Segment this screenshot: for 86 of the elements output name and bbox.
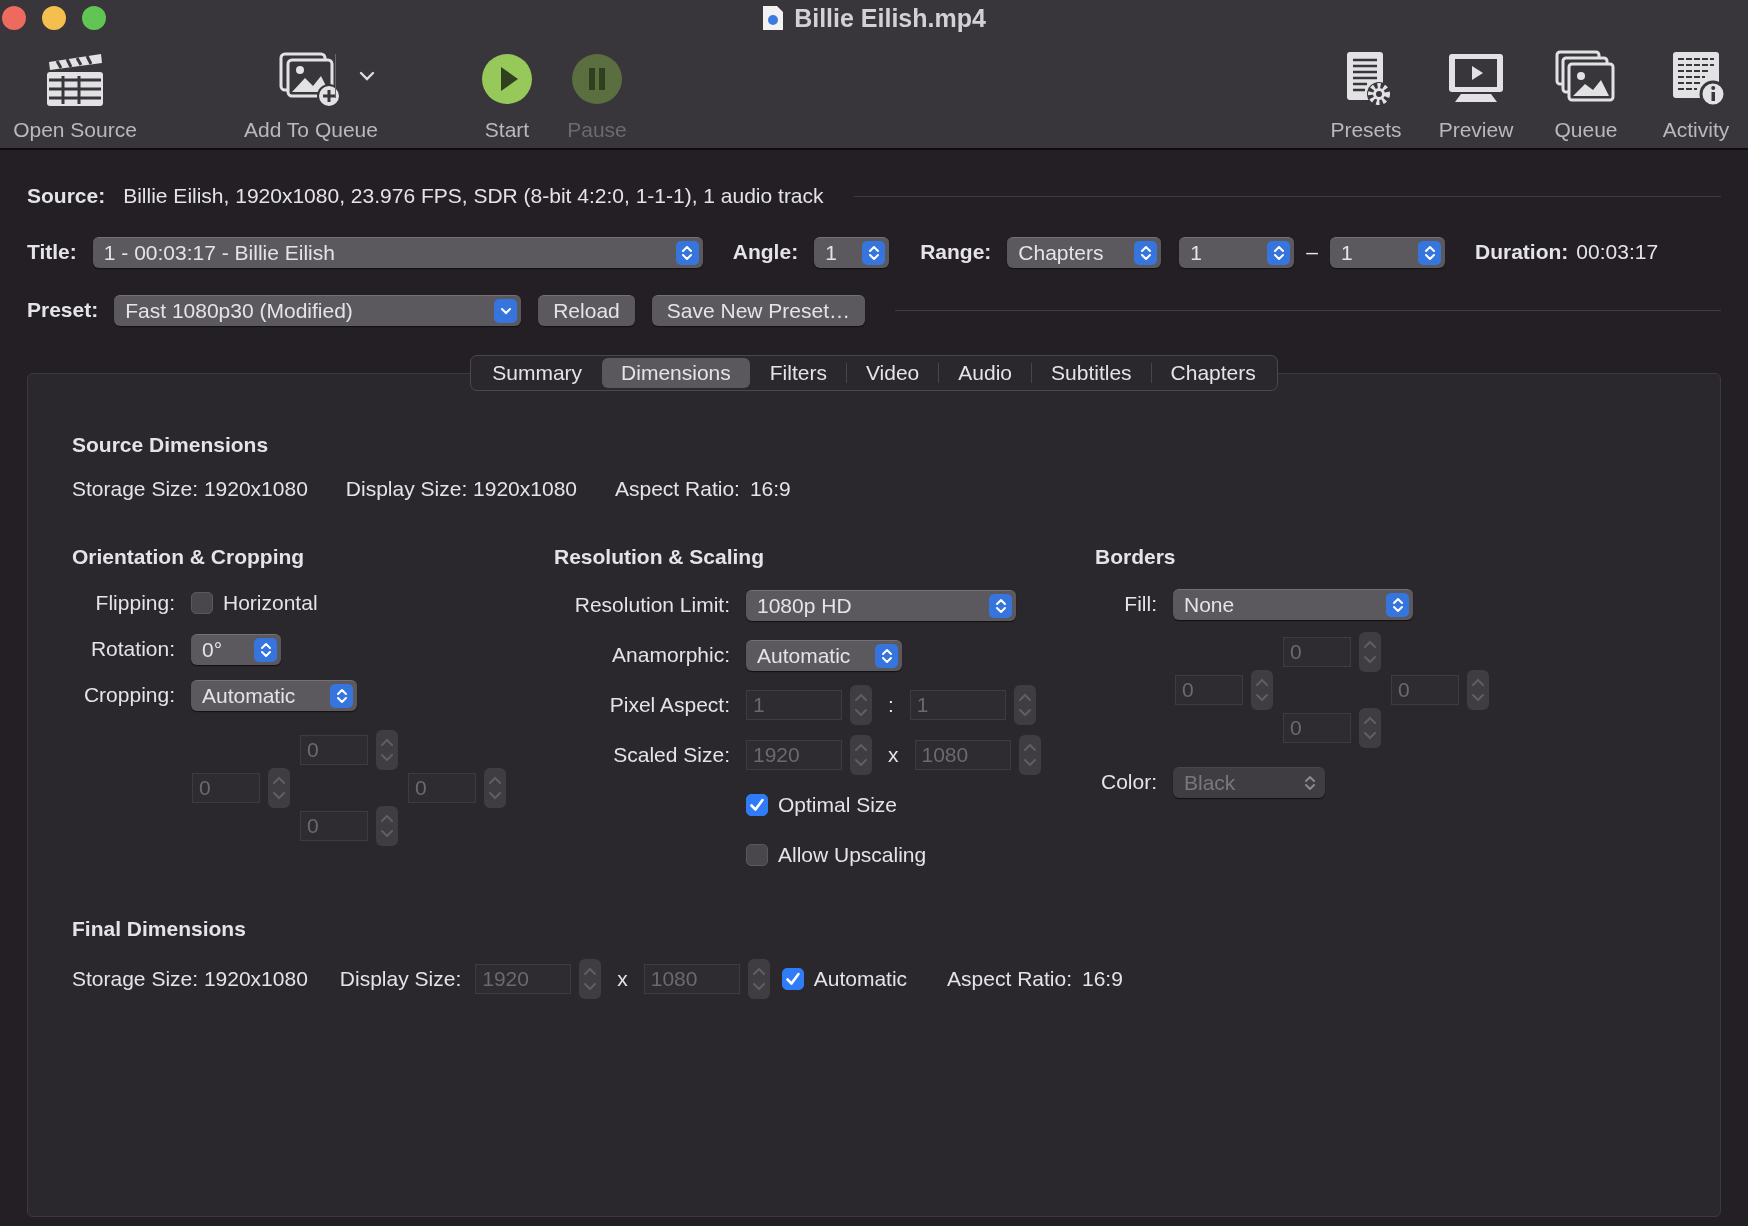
add-to-queue-button[interactable]: Add To Queue: [244, 48, 378, 142]
rotation-label: Rotation:: [89, 637, 175, 661]
updown-arrows-icon: [862, 240, 886, 265]
tab[interactable]: Video: [846, 358, 939, 388]
preset-dropdown[interactable]: Fast 1080p30 (Modified): [114, 294, 522, 326]
chapter-end-dropdown[interactable]: 1: [1330, 236, 1445, 268]
fill-dropdown[interactable]: None: [1173, 588, 1413, 620]
chevron-down-icon: [494, 298, 518, 323]
aspect-ratio-value: 16:9: [1082, 967, 1123, 991]
duration-value: 00:03:17: [1576, 240, 1659, 264]
checkbox-label: Horizontal: [223, 591, 318, 615]
reload-button[interactable]: Reload: [538, 294, 635, 326]
updown-arrows-icon: [675, 240, 699, 265]
flipping-label: Flipping:: [94, 591, 175, 615]
fill-label: Fill:: [1123, 592, 1157, 616]
pixel-aspect-label: Pixel Aspect:: [608, 693, 730, 717]
anamorphic-label: Anamorphic:: [611, 643, 730, 667]
chevron-down-icon[interactable]: [335, 54, 375, 98]
tab[interactable]: Chapters: [1151, 358, 1275, 388]
section-heading: Orientation & Cropping: [72, 544, 306, 570]
separator-label: x: [617, 967, 628, 991]
start-button[interactable]: Start: [476, 48, 538, 142]
queue-button[interactable]: Queue: [1554, 48, 1618, 142]
updown-arrows-icon: [989, 593, 1012, 618]
title-label: Title:: [27, 240, 77, 264]
resolution-limit-dropdown[interactable]: 1080p HD: [746, 589, 1016, 621]
presets-button[interactable]: Presets: [1330, 48, 1402, 142]
window-title: Billie Eilish.mp4: [794, 3, 986, 33]
separator-label: x: [888, 743, 899, 767]
updown-arrows-icon: [1134, 240, 1158, 265]
color-label: Color:: [1099, 770, 1157, 794]
updown-arrows-icon: [875, 643, 898, 668]
save-preset-button[interactable]: Save New Preset…: [651, 294, 865, 326]
cropping-label: Cropping:: [82, 683, 175, 707]
checkbox[interactable]: [781, 968, 804, 990]
tab[interactable]: Summary: [473, 358, 602, 388]
minimize-button[interactable]: [42, 6, 66, 30]
updown-arrows-icon: [1267, 240, 1291, 265]
range-label: Range:: [920, 240, 992, 264]
close-button[interactable]: [2, 6, 26, 30]
angle-dropdown[interactable]: 1: [814, 236, 890, 268]
checkbox-label: Automatic: [813, 967, 908, 991]
checkbox[interactable]: [746, 844, 768, 866]
aspect-ratio-label: Aspect Ratio:: [615, 477, 740, 501]
range-separator: –: [1306, 240, 1318, 264]
tab[interactable]: Dimensions: [602, 358, 750, 388]
storage-size-text: Storage Size: 1920x1080: [72, 477, 308, 501]
updown-arrows-icon: [1386, 592, 1409, 617]
open-source-button[interactable]: Open Source: [13, 48, 137, 142]
anamorphic-dropdown[interactable]: Automatic: [746, 639, 902, 671]
chapter-start-dropdown[interactable]: 1: [1179, 236, 1295, 268]
source-label: Source:: [27, 184, 106, 208]
rotation-dropdown[interactable]: 0°: [191, 633, 281, 665]
checkbox[interactable]: [191, 592, 213, 614]
duration-label: Duration:: [1475, 240, 1569, 264]
aspect-ratio-label: Aspect Ratio:: [947, 967, 1072, 991]
storage-size-text: Storage Size: 1920x1080: [72, 967, 308, 991]
checkbox-label: Allow Upscaling: [778, 843, 927, 867]
title-dropdown[interactable]: 1 - 00:03:17 - Billie Eilish: [92, 236, 703, 268]
updown-arrows-icon: [254, 637, 277, 662]
display-size-label: Display Size:: [339, 967, 462, 991]
updown-arrows-icon: [1418, 240, 1441, 265]
tab[interactable]: Audio: [939, 358, 1031, 388]
scaled-size-label: Scaled Size:: [612, 743, 730, 767]
cropping-dropdown[interactable]: Automatic: [191, 679, 357, 711]
source-info: Billie Eilish, 1920x1080, 23.976 FPS, SDR (8-bit 4:2:0, 1-1-1), 1 audio track: [123, 184, 824, 208]
tab[interactable]: Subtitles: [1032, 358, 1151, 388]
display-size-text: Display Size: 1920x1080: [345, 477, 577, 501]
preset-label: Preset:: [27, 298, 99, 322]
preview-button[interactable]: Preview: [1438, 48, 1514, 142]
checkbox[interactable]: [746, 794, 768, 816]
separator-label: :: [888, 693, 894, 717]
section-heading: Borders: [1095, 544, 1177, 570]
resolution-limit-label: Resolution Limit:: [573, 593, 730, 617]
angle-label: Angle:: [732, 240, 799, 264]
updown-arrows-icon: [330, 683, 353, 708]
aspect-ratio-value: 16:9: [749, 477, 791, 501]
activity-button[interactable]: Activity: [1662, 48, 1730, 142]
section-heading: Source Dimensions: [72, 432, 270, 458]
checkbox-label: Optimal Size: [778, 793, 898, 817]
section-heading: Final Dimensions: [72, 916, 247, 942]
document-icon: [762, 5, 785, 31]
section-heading: Resolution & Scaling: [554, 544, 766, 570]
zoom-button[interactable]: [82, 6, 106, 30]
range-dropdown[interactable]: Chapters: [1007, 236, 1162, 268]
tab[interactable]: Filters: [750, 358, 846, 388]
